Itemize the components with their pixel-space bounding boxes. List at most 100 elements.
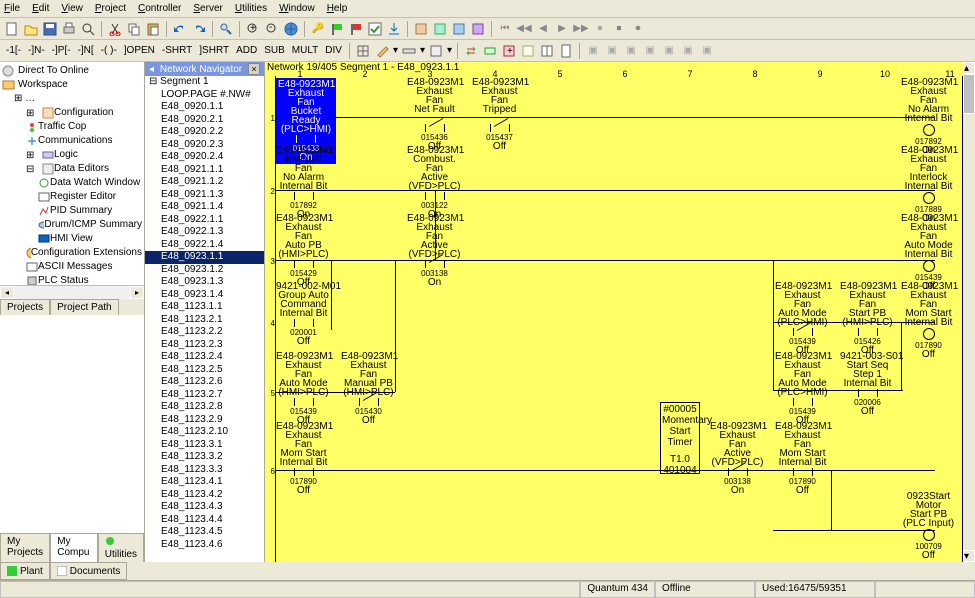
download-icon[interactable] — [386, 21, 402, 37]
contact-015429[interactable]: E48-0923M1Exhaust FanAuto PB (HMI>PLC) 0… — [276, 214, 331, 287]
undo-icon[interactable] — [172, 21, 188, 37]
list-item[interactable]: E48_0920.2.4 — [145, 151, 264, 164]
tree-ellipsis[interactable]: ⊞ … — [2, 92, 142, 106]
list-item[interactable]: E48_0922.1.3 — [145, 226, 264, 239]
list-item[interactable]: E48_1123.2.4 — [145, 351, 264, 364]
list-item[interactable]: E48_0921.1.3 — [145, 189, 264, 202]
ins-row-icon[interactable] — [482, 43, 498, 59]
workspace-tree[interactable]: Direct To Online Workspace ⊞ … ⊞ Configu… — [0, 62, 144, 285]
btn-p-contact[interactable]: -]P[- — [50, 45, 73, 56]
list-item[interactable]: E48_0920.2.1 — [145, 114, 264, 127]
list-item[interactable]: E48_1123.2.10 — [145, 426, 264, 439]
list-item[interactable]: E48_0921.1.2 — [145, 176, 264, 189]
menu-file[interactable]: File — [4, 3, 20, 14]
list-item[interactable]: E48_0923.1.1 — [145, 251, 264, 264]
menu-project[interactable]: Project — [95, 3, 126, 14]
list-item[interactable]: E48_1123.3.2 — [145, 451, 264, 464]
nav-fwd-icon[interactable]: ▶ — [554, 21, 570, 37]
close-icon[interactable]: × — [248, 63, 260, 75]
tree-config-ext[interactable]: Configuration Extensions — [2, 246, 142, 260]
notes-icon[interactable] — [520, 43, 536, 59]
paste-icon[interactable] — [145, 21, 161, 37]
menu-edit[interactable]: Edit — [32, 3, 49, 14]
save-icon[interactable] — [42, 21, 58, 37]
btn-n2-contact[interactable]: -]N[ — [76, 45, 96, 56]
list-item[interactable]: E48_1123.4.5 — [145, 526, 264, 539]
tree-register-editor[interactable]: Register Editor — [2, 190, 142, 204]
list-item[interactable]: E48_1123.4.3 — [145, 501, 264, 514]
nav-rec-icon[interactable]: ⏺ — [630, 21, 646, 37]
tree-traffic-cop[interactable]: Traffic Cop — [2, 120, 142, 134]
list-item[interactable]: E48_0920.2.2 — [145, 126, 264, 139]
btn-add[interactable]: ADD — [234, 45, 259, 56]
ruler-icon[interactable] — [401, 43, 417, 59]
tree-workspace[interactable]: Workspace — [2, 78, 142, 92]
list-item[interactable]: E48_1123.2.3 — [145, 339, 264, 352]
list-item[interactable]: E48_1123.2.7 — [145, 389, 264, 402]
tool-a-icon[interactable] — [413, 21, 429, 37]
tree-hmi-view[interactable]: HMI View — [2, 232, 142, 246]
tab-my-projects[interactable]: My Projects — [0, 533, 50, 562]
contact-015439e2[interactable]: E48-0923M1Exhaust FanAuto Mode (PLC>HMI)… — [775, 352, 830, 425]
list-item[interactable]: E48_1123.2.6 — [145, 376, 264, 389]
list-item[interactable]: E48_1123.2.1 — [145, 314, 264, 327]
list-item[interactable]: E48_1123.2.9 — [145, 414, 264, 427]
new-icon[interactable] — [4, 21, 20, 37]
tree-drum-icmp[interactable]: Drum/ICMP Summary — [2, 218, 142, 232]
coil-017889[interactable]: E48-0923M1Exhaust FanInterlock Internal … — [901, 146, 956, 223]
list-item[interactable]: E48_1123.2.5 — [145, 364, 264, 377]
btn-sub[interactable]: SUB — [262, 45, 287, 56]
preview-icon[interactable] — [80, 21, 96, 37]
contact-015437[interactable]: E48-0923M1Exhaust FanTripped 015437Off — [472, 78, 527, 151]
key-icon[interactable]: 🔑 — [310, 21, 326, 37]
find-icon[interactable] — [218, 21, 234, 37]
tree-communications[interactable]: Communications — [2, 134, 142, 148]
nav-next-icon[interactable]: ▶▶ — [573, 21, 589, 37]
network-list[interactable]: ⊟ Segment 1 LOOP.PAGE #.NW# E48_0920.1.1… — [145, 76, 264, 562]
list-item[interactable]: E48_1123.4.1 — [145, 476, 264, 489]
list-item[interactable]: E48_0920.1.1 — [145, 101, 264, 114]
tree-data-watch[interactable]: Data Watch Window — [2, 176, 142, 190]
list-item[interactable]: E48_1123.2.8 — [145, 401, 264, 414]
contact-020006[interactable]: 9421-003-S01Start SeqStep 1 Internal Bit… — [840, 352, 895, 416]
list-item[interactable]: E48_1123.2.2 — [145, 326, 264, 339]
cube5-icon[interactable]: ▣ — [661, 43, 677, 59]
tab-projects[interactable]: Projects — [0, 299, 50, 315]
tab-my-computer[interactable]: My Compu — [50, 533, 98, 562]
contact-003138f[interactable]: E48-0923M1Exhaust FanActive (VFD>PLC) 00… — [710, 422, 765, 495]
tree-plc-status[interactable]: PLC Status — [2, 274, 142, 285]
btn-div[interactable]: DIV — [323, 45, 344, 56]
cube2-icon[interactable]: ▣ — [604, 43, 620, 59]
btn-shrt[interactable]: -SHRT — [160, 45, 194, 56]
tool-d-icon[interactable] — [470, 21, 486, 37]
swap-icon[interactable] — [463, 43, 479, 59]
list-item[interactable]: E48_0922.1.1 — [145, 214, 264, 227]
copy-icon[interactable] — [126, 21, 142, 37]
nav-back-icon[interactable]: ◀ — [535, 21, 551, 37]
redo-icon[interactable] — [191, 21, 207, 37]
print-icon[interactable] — [61, 21, 77, 37]
tree-ascii-messages[interactable]: ASCII Messages — [2, 260, 142, 274]
ladder-diagram[interactable]: Network 19/405 Segment 1 - E48_0923.1.1 … — [265, 62, 975, 562]
nav-first-icon[interactable]: ⏮ — [497, 21, 513, 37]
list-item[interactable]: E48_0921.1.1 — [145, 164, 264, 177]
list-item[interactable]: E48_1123.3.3 — [145, 464, 264, 477]
coil-017892[interactable]: E48-0923M1Exhaust FanNo Alarm Internal B… — [901, 78, 956, 155]
list-item[interactable]: E48_1123.3.1 — [145, 439, 264, 452]
list-item[interactable]: E48_0921.1.4 — [145, 201, 264, 214]
contact-015439e[interactable]: E48-0923M1Exhaust FanAuto Mode (HMI>PLC)… — [276, 352, 331, 425]
tree-logic[interactable]: ⊞ Logic — [2, 148, 142, 162]
list-item[interactable]: E48_1123.1.1 — [145, 301, 264, 314]
btn-coil[interactable]: -( )- — [99, 45, 119, 56]
report-icon[interactable] — [558, 43, 574, 59]
checkbox-icon[interactable] — [367, 21, 383, 37]
nav-prev-icon[interactable]: ◀◀ — [516, 21, 532, 37]
zoom-out-icon[interactable]: - — [264, 21, 280, 37]
btn-n-contact[interactable]: -]N- — [26, 45, 47, 56]
tab-plant[interactable]: Plant — [0, 562, 50, 580]
list-item[interactable]: E48_0923.1.4 — [145, 289, 264, 302]
menu-window[interactable]: Window — [279, 3, 315, 14]
cube7-icon[interactable]: ▣ — [699, 43, 715, 59]
list-item[interactable]: E48_1123.4.4 — [145, 514, 264, 527]
tool-c-icon[interactable] — [451, 21, 467, 37]
